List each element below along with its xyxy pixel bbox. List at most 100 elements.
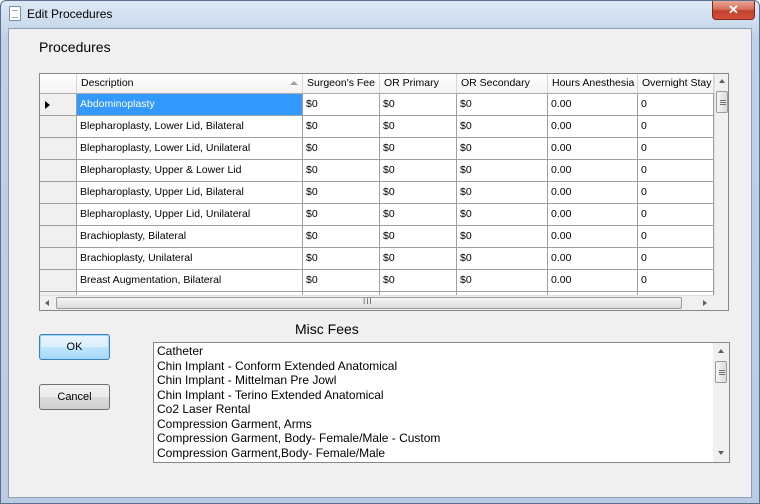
cell-or-primary[interactable]: $0: [380, 138, 457, 160]
cell-surgeons-fee[interactable]: $0: [303, 270, 380, 292]
cell-or-primary[interactable]: $0: [380, 248, 457, 270]
table-row[interactable]: Blepharoplasty, Lower Lid, Unilateral $0 $…: [40, 138, 714, 160]
cell-hours-anesthesia[interactable]: 0.00: [548, 182, 638, 204]
scroll-down-arrow-icon[interactable]: [718, 451, 724, 455]
cell-surgeons-fee[interactable]: $0: [303, 248, 380, 270]
table-row[interactable]: Blepharoplasty, Upper Lid, Unilateral $0 $…: [40, 204, 714, 226]
cell-or-secondary[interactable]: $0: [457, 248, 548, 270]
cell-surgeons-fee[interactable]: $0: [303, 204, 380, 226]
table-row[interactable]: Breast Augmentation, Bilateral $0 $0 $0 0.00…: [40, 270, 714, 292]
list-item[interactable]: Compression Garment, Arms: [157, 417, 712, 432]
cell-or-primary[interactable]: $0: [380, 116, 457, 138]
list-item[interactable]: Co2 Laser Rental: [157, 402, 712, 417]
column-header-description[interactable]: Description: [77, 74, 303, 93]
table-row[interactable]: Brachioplasty, Bilateral $0 $0 $0 0.00 0: [40, 226, 714, 248]
grid-vertical-scroll-thumb[interactable]: [716, 91, 728, 113]
cell-overnight-stay[interactable]: 0: [638, 116, 714, 138]
row-header[interactable]: [40, 248, 77, 270]
column-header-hours-anesthesia[interactable]: Hours Anesthesia: [548, 74, 638, 93]
list-item[interactable]: Chin Implant - Mittelman Pre Jowl: [157, 373, 712, 388]
list-item[interactable]: Catheter: [157, 344, 712, 359]
cell-or-primary[interactable]: $0: [380, 270, 457, 292]
scroll-up-arrow-icon[interactable]: [719, 79, 725, 83]
cell-description[interactable]: Brachioplasty, Bilateral: [77, 226, 303, 248]
cell-hours-anesthesia[interactable]: 0.00: [548, 204, 638, 226]
scroll-right-arrow-icon[interactable]: [703, 300, 707, 306]
column-header-overnight-stay[interactable]: Overnight Stay: [638, 74, 714, 93]
cell-overnight-stay[interactable]: 0: [638, 138, 714, 160]
cell-description[interactable]: Blepharoplasty, Upper & Lower Lid: [77, 160, 303, 182]
list-vertical-scroll-thumb[interactable]: [715, 361, 727, 383]
scroll-up-arrow-icon[interactable]: [718, 349, 724, 353]
column-header-or-primary[interactable]: OR Primary: [380, 74, 457, 93]
cell-or-secondary[interactable]: $0: [457, 160, 548, 182]
column-header-or-secondary[interactable]: OR Secondary: [457, 74, 548, 93]
cell-or-primary[interactable]: $0: [380, 226, 457, 248]
row-header[interactable]: [40, 226, 77, 248]
cell-overnight-stay[interactable]: 0: [638, 182, 714, 204]
misc-fees-list[interactable]: Catheter Chin Implant - Conform Extended …: [153, 342, 730, 463]
cell-description[interactable]: Breast Augmentation, Bilateral: [77, 270, 303, 292]
cancel-button[interactable]: Cancel: [39, 384, 110, 410]
cell-or-primary[interactable]: $0: [380, 182, 457, 204]
cell-overnight-stay[interactable]: 0: [638, 226, 714, 248]
row-header[interactable]: [40, 94, 77, 116]
cell-or-secondary[interactable]: $0: [457, 116, 548, 138]
cell-hours-anesthesia[interactable]: 0.00: [548, 226, 638, 248]
cell-description[interactable]: Blepharoplasty, Upper Lid, Unilateral: [77, 204, 303, 226]
table-row[interactable]: Blepharoplasty, Lower Lid, Bilateral $0 $0…: [40, 116, 714, 138]
cell-surgeons-fee[interactable]: $0: [303, 226, 380, 248]
cell-description[interactable]: Blepharoplasty, Lower Lid, Unilateral: [77, 138, 303, 160]
list-item[interactable]: Chin Implant - Conform Extended Anatomic…: [157, 359, 712, 374]
close-button[interactable]: ✕: [712, 1, 755, 20]
row-header[interactable]: [40, 204, 77, 226]
cell-or-secondary[interactable]: $0: [457, 226, 548, 248]
row-header[interactable]: [40, 182, 77, 204]
row-header[interactable]: [40, 160, 77, 182]
cell-hours-anesthesia[interactable]: 0.00: [548, 94, 638, 116]
cell-or-primary[interactable]: $0: [380, 160, 457, 182]
cell-description[interactable]: Abdominoplasty: [77, 94, 303, 116]
row-header[interactable]: [40, 138, 77, 160]
list-vertical-scrollbar[interactable]: [713, 343, 729, 462]
table-row[interactable]: Brachioplasty, Unilateral $0 $0 $0 0.00 0: [40, 248, 714, 270]
cell-or-secondary[interactable]: $0: [457, 204, 548, 226]
table-row[interactable]: Abdominoplasty $0 $0 $0 0.00 0: [40, 94, 714, 116]
list-item[interactable]: Chin Implant - Terino Extended Anatomica…: [157, 388, 712, 403]
cell-hours-anesthesia[interactable]: 0.00: [548, 248, 638, 270]
cell-or-primary[interactable]: $0: [380, 94, 457, 116]
cell-overnight-stay[interactable]: 0: [638, 204, 714, 226]
cell-surgeons-fee[interactable]: $0: [303, 94, 380, 116]
scroll-left-arrow-icon[interactable]: [45, 300, 49, 306]
grid-horizontal-scroll-thumb[interactable]: III: [56, 297, 682, 309]
cell-hours-anesthesia[interactable]: 0.00: [548, 270, 638, 292]
cell-hours-anesthesia[interactable]: 0.00: [548, 116, 638, 138]
ok-button[interactable]: OK: [39, 334, 110, 360]
cell-overnight-stay[interactable]: 0: [638, 248, 714, 270]
cell-overnight-stay[interactable]: 0: [638, 160, 714, 182]
cell-overnight-stay[interactable]: 0: [638, 94, 714, 116]
cell-or-primary[interactable]: $0: [380, 204, 457, 226]
list-item[interactable]: Compression Garment,Body- Female/Male: [157, 446, 712, 461]
cell-surgeons-fee[interactable]: $0: [303, 160, 380, 182]
cell-description[interactable]: Blepharoplasty, Lower Lid, Bilateral: [77, 116, 303, 138]
row-header-corner[interactable]: [40, 74, 77, 93]
row-header[interactable]: [40, 270, 77, 292]
cell-description[interactable]: Brachioplasty, Unilateral: [77, 248, 303, 270]
cell-description[interactable]: Blepharoplasty, Upper Lid, Bilateral: [77, 182, 303, 204]
cell-surgeons-fee[interactable]: $0: [303, 116, 380, 138]
grid-horizontal-scrollbar[interactable]: III: [40, 295, 714, 310]
cell-overnight-stay[interactable]: 0: [638, 270, 714, 292]
title-bar[interactable]: Edit Procedures ✕: [1, 1, 759, 27]
procedures-grid[interactable]: Description Surgeon's Fee OR Primary OR …: [39, 73, 729, 311]
cell-hours-anesthesia[interactable]: 0.00: [548, 138, 638, 160]
cell-hours-anesthesia[interactable]: 0.00: [548, 160, 638, 182]
column-header-surgeons-fee[interactable]: Surgeon's Fee: [303, 74, 380, 93]
row-header[interactable]: [40, 116, 77, 138]
list-item[interactable]: Compression Garment, Body- Female/Male -…: [157, 431, 712, 446]
table-row[interactable]: Blepharoplasty, Upper Lid, Bilateral $0 $0…: [40, 182, 714, 204]
cell-surgeons-fee[interactable]: $0: [303, 138, 380, 160]
cell-or-secondary[interactable]: $0: [457, 94, 548, 116]
table-row[interactable]: Blepharoplasty, Upper & Lower Lid $0 $0 $0 0…: [40, 160, 714, 182]
cell-or-secondary[interactable]: $0: [457, 138, 548, 160]
